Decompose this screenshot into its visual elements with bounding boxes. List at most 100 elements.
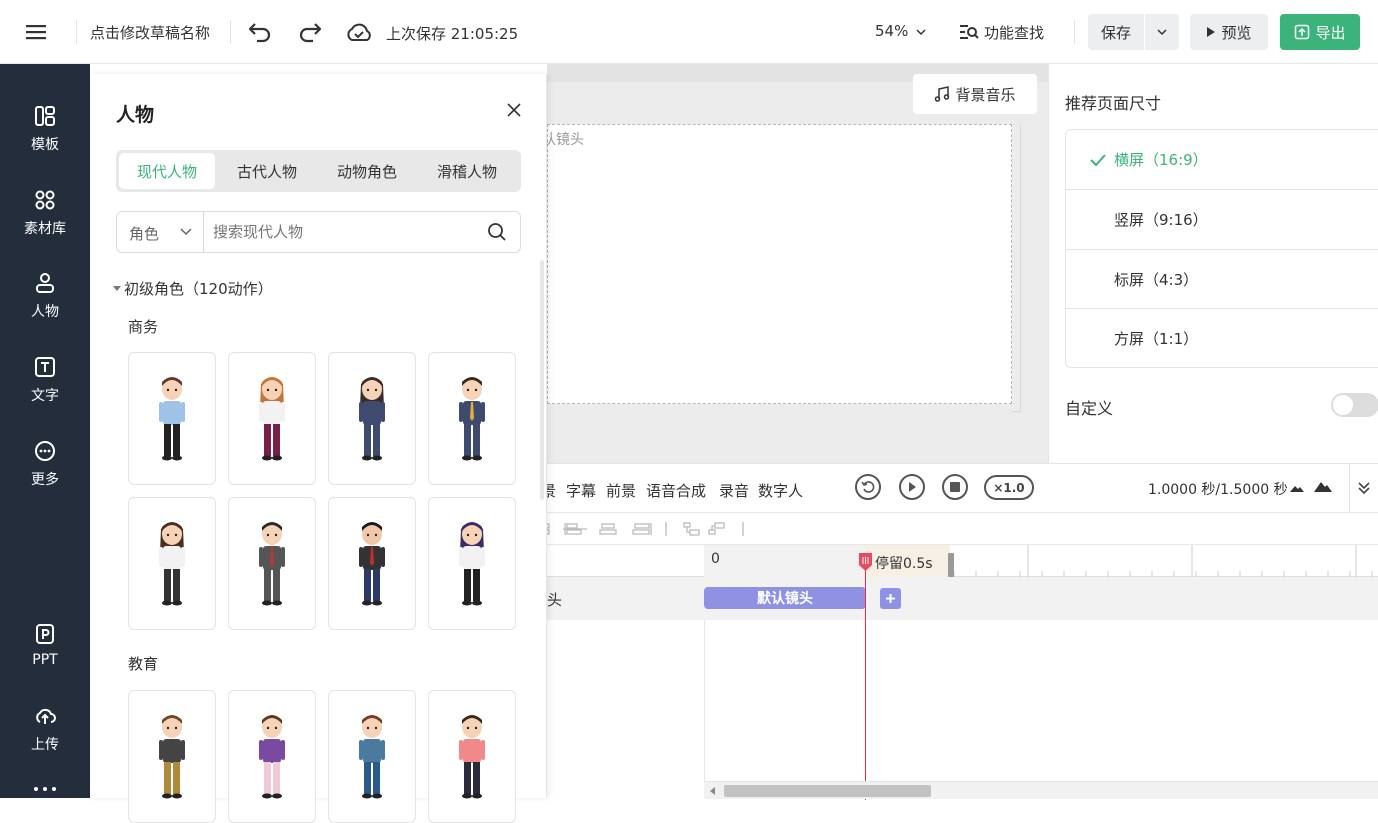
stop-icon — [950, 482, 960, 492]
save-dropdown-button[interactable] — [1145, 14, 1179, 50]
sidebar-item-label: 模板 — [31, 137, 59, 153]
play-icon — [909, 482, 916, 492]
character-figure-icon — [359, 521, 385, 605]
character-card[interactable] — [128, 690, 216, 823]
canvas-shadow — [1012, 124, 1021, 412]
feature-search-icon[interactable] — [958, 22, 980, 42]
panel-scrollbar[interactable] — [540, 260, 544, 500]
character-card[interactable] — [128, 352, 216, 485]
zoom-out-timeline-icon[interactable] — [1289, 481, 1305, 493]
size-option-1-1[interactable]: 方屏（1:1） — [1066, 308, 1378, 367]
draft-name[interactable]: 点击修改草稿名称 — [90, 22, 210, 43]
custom-size-toggle[interactable] — [1331, 393, 1378, 417]
character-figure-icon — [459, 521, 485, 605]
search-input[interactable] — [213, 220, 473, 244]
redo-icon[interactable] — [296, 18, 324, 46]
chevron-down-icon — [180, 228, 192, 236]
page-size-panel: 推荐页面尺寸 横屏（16:9） 竖屏（9:16） 标屏（4:3） 方屏（1:1）… — [1048, 64, 1378, 463]
sidebar-item-text[interactable]: 文字 — [0, 345, 90, 415]
add-scene-button[interactable] — [880, 588, 901, 609]
undo-icon[interactable] — [246, 18, 274, 46]
playback-speed[interactable]: ×1.0 — [984, 475, 1034, 500]
character-card[interactable] — [228, 497, 316, 630]
stop-button[interactable] — [942, 474, 968, 500]
save-button[interactable]: 保存 — [1088, 14, 1144, 50]
character-card[interactable] — [328, 497, 416, 630]
character-card[interactable] — [328, 690, 416, 823]
character-card[interactable] — [228, 352, 316, 485]
search-bar: 角色 — [116, 211, 521, 253]
align-tools-icon[interactable] — [547, 521, 787, 537]
menu-icon[interactable] — [20, 20, 52, 44]
character-card[interactable] — [428, 690, 516, 823]
tab-ancient[interactable]: 古代人物 — [219, 153, 315, 189]
sidebar-item-template[interactable]: 模板 — [0, 94, 90, 164]
size-option-label: 竖屏（9:16） — [1114, 210, 1208, 229]
feature-search-label[interactable]: 功能查找 — [984, 22, 1044, 43]
ppt-icon — [36, 624, 54, 644]
character-card[interactable] — [128, 497, 216, 630]
close-icon[interactable] — [506, 102, 526, 122]
scroll-thumb[interactable] — [724, 785, 931, 797]
tl-tab-digital-human[interactable]: 数字人 — [758, 480, 803, 501]
playhead-handle[interactable] — [858, 552, 873, 572]
tab-funny[interactable]: 滑稽人物 — [419, 153, 515, 189]
size-option-label: 标屏（4:3） — [1114, 270, 1199, 289]
shot-label: 认镜头 — [542, 132, 584, 148]
role-filter[interactable]: 角色 — [129, 223, 159, 244]
character-card[interactable] — [228, 690, 316, 823]
zoom-level[interactable]: 54% — [875, 22, 926, 40]
group-header[interactable]: 初级角色（120动作） — [112, 278, 273, 299]
scroll-left-icon[interactable] — [710, 787, 715, 795]
sidebar-item-more[interactable]: 更多 — [0, 429, 90, 499]
sidebar-item-person[interactable]: 人物 — [0, 261, 90, 331]
plus-icon — [886, 594, 895, 603]
size-option-label: 横屏（16:9） — [1114, 151, 1208, 169]
tl-tab-record[interactable]: 录音 — [719, 480, 749, 501]
replay-button[interactable] — [855, 474, 881, 500]
size-option-9-16[interactable]: 竖屏（9:16） — [1066, 189, 1378, 248]
size-option-16-9[interactable]: 横屏（16:9） — [1066, 130, 1378, 189]
sidebar-item-upload[interactable]: 上传 — [0, 694, 90, 764]
timeline-area: 景 字幕 前景 语音合成 录音 数字人 ×1.0 1.0000 秒/1.5000… — [541, 463, 1378, 800]
sidebar-item-library[interactable]: 素材库 — [0, 178, 90, 248]
character-figure-icon — [159, 714, 185, 798]
collapse-timeline-icon[interactable] — [1349, 464, 1378, 512]
ruler-ticks — [954, 545, 1373, 577]
timeline-edit-toolbar — [547, 512, 1378, 545]
character-card[interactable] — [428, 352, 516, 485]
character-card[interactable] — [328, 352, 416, 485]
timeline-scrollbar[interactable] — [704, 781, 1378, 799]
bg-music-button[interactable]: 背景音乐 — [913, 74, 1037, 114]
time-ruler: 0 0 停留0.5s — [547, 545, 1378, 577]
zoom-in-timeline-icon[interactable] — [1313, 478, 1333, 493]
search-icon[interactable] — [487, 222, 507, 242]
top-toolbar: 点击修改草稿名称 上次保存 21:05:25 54% 功能查找 保存 预览 导出 — [0, 0, 1378, 64]
library-icon — [35, 190, 55, 210]
sidebar-item-ppt[interactable]: PPT — [0, 610, 90, 680]
playhead-line — [865, 556, 866, 800]
scene-clip[interactable]: 默认镜头 — [704, 587, 866, 609]
sidebar-item-label: 素材库 — [24, 221, 66, 237]
preview-button[interactable]: 预览 — [1190, 14, 1268, 50]
play-button[interactable] — [899, 474, 925, 500]
tab-animal[interactable]: 动物角色 — [319, 153, 415, 189]
sidebar-item-label: 文字 — [31, 388, 59, 404]
size-option-4-3[interactable]: 标屏（4:3） — [1066, 249, 1378, 308]
character-figure-icon — [259, 521, 285, 605]
tab-modern[interactable]: 现代人物 — [119, 153, 215, 189]
tl-tab-foreground[interactable]: 前景 — [606, 480, 636, 501]
ruler-zero: 0 — [711, 551, 720, 567]
export-label: 导出 — [1315, 23, 1346, 42]
replay-icon — [861, 481, 875, 493]
tl-tab-tts[interactable]: 语音合成 — [646, 480, 706, 501]
category-tabs: 现代人物 古代人物 动物角色 滑稽人物 — [116, 150, 521, 192]
character-figure-icon — [459, 714, 485, 798]
more-dots-icon[interactable] — [33, 780, 57, 791]
more-icon — [35, 441, 55, 461]
stage-canvas[interactable]: 认镜头 — [542, 124, 1012, 404]
section-education: 教育 — [128, 655, 159, 673]
export-button[interactable]: 导出 — [1280, 14, 1360, 50]
tl-tab-subtitle[interactable]: 字幕 — [566, 480, 596, 501]
character-card[interactable] — [428, 497, 516, 630]
